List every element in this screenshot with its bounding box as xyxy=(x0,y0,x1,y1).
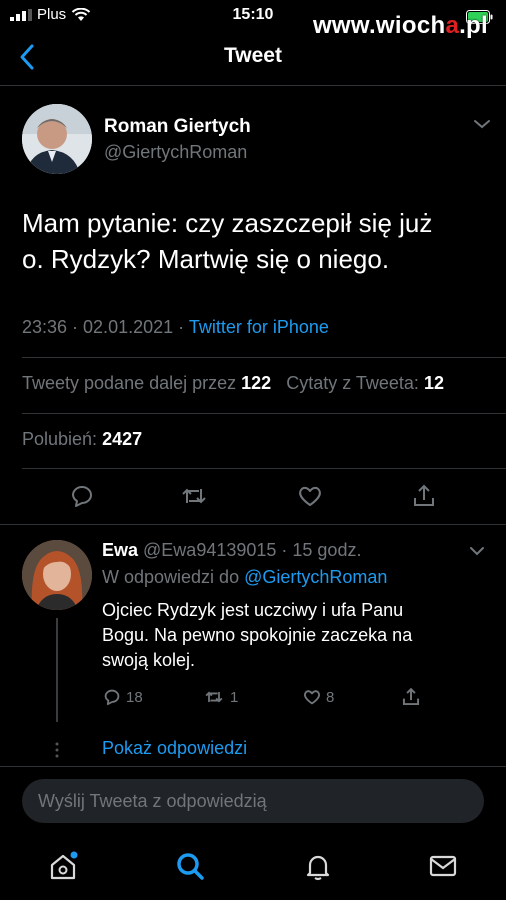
author-name[interactable]: Roman Giertych xyxy=(104,116,251,138)
reply-button[interactable] xyxy=(68,482,96,510)
avatar[interactable] xyxy=(22,540,92,610)
tab-notifications[interactable] xyxy=(302,850,334,882)
tweet-options-button[interactable] xyxy=(472,116,492,132)
heart-icon xyxy=(304,690,320,705)
retweets-count: 122 xyxy=(241,373,272,393)
heart-icon xyxy=(299,486,321,506)
comment-icon xyxy=(104,689,120,706)
source-link[interactable]: Twitter for iPhone xyxy=(189,317,329,337)
reply-like-button[interactable]: 8 xyxy=(302,686,334,708)
reply-text: Ojciec Rydzyk jest uczciwy i ufa Panu Bo… xyxy=(102,598,482,673)
home-icon xyxy=(50,851,78,880)
tweet-text-line: Mam pytanie: czy zaszczepił się już xyxy=(22,208,433,238)
reply-share-button[interactable] xyxy=(400,686,422,708)
thread-more-icon xyxy=(55,742,59,758)
chevron-down-icon xyxy=(470,547,484,556)
tweet-text-line: o. Rydzyk? Martwię się o niego. xyxy=(22,244,390,274)
avatar[interactable] xyxy=(22,104,92,174)
share-icon xyxy=(402,687,420,706)
reply-retweet-button[interactable]: 1 xyxy=(202,686,238,708)
reply-reply-count: 18 xyxy=(126,688,143,706)
retweet-icon xyxy=(205,691,223,703)
reply-author-name[interactable]: Ewa xyxy=(102,540,138,560)
tweet-actions xyxy=(0,482,506,512)
reply-actions: 18 1 8 xyxy=(102,686,482,710)
reply-reply-button[interactable]: 18 xyxy=(102,686,143,708)
divider xyxy=(22,468,506,469)
tab-messages[interactable] xyxy=(427,850,459,882)
reply-header: Ewa @Ewa94139015 · 15 godz. xyxy=(102,540,361,561)
author-handle[interactable]: @GiertychRoman xyxy=(104,142,247,163)
thread-line xyxy=(56,618,58,722)
page-title: Tweet xyxy=(224,44,282,67)
comment-icon xyxy=(72,486,92,507)
divider xyxy=(22,357,506,358)
likes-stats[interactable]: Polubień: 2427 xyxy=(22,429,142,450)
reply-composer-bar: Wyślij Tweeta z odpowiedzią xyxy=(0,766,506,834)
reply-input-placeholder: Wyślij Tweeta z odpowiedzią xyxy=(38,791,267,811)
reply-input[interactable]: Wyślij Tweeta z odpowiedzią xyxy=(22,779,484,823)
likes-count: 2427 xyxy=(102,429,143,449)
chevron-down-icon xyxy=(474,120,490,129)
retweet-icon xyxy=(182,488,206,504)
timestamp: 23:36 · 02.01.2021 · xyxy=(22,317,189,337)
status-bar: Plus 15:10 www.wiocha.pl xyxy=(0,0,506,39)
like-button[interactable] xyxy=(296,482,324,510)
reply-like-count: 8 xyxy=(326,688,335,706)
tweet-meta: 23:36 · 02.01.2021 · Twitter for iPhone xyxy=(22,317,329,338)
share-icon xyxy=(414,484,434,506)
reply-tweet[interactable]: Ewa @Ewa94139015 · 15 godz. W odpowiedzi… xyxy=(0,540,506,770)
avatar-image xyxy=(22,540,92,610)
nav-bar: Tweet xyxy=(0,30,506,86)
divider xyxy=(0,524,506,525)
divider xyxy=(22,413,506,414)
reply-text-line: Ojciec Rydzyk jest uczciwy i ufa Panu xyxy=(102,600,404,620)
reply-text-line: Bogu. Na pewno spokojnie zaczeka na xyxy=(102,625,413,645)
quotes-count: 12 xyxy=(423,373,444,393)
tab-home[interactable] xyxy=(47,850,79,882)
reply-handle-time: @Ewa94139015 · 15 godz. xyxy=(138,540,362,560)
replying-to: W odpowiedzi do @GiertychRoman xyxy=(102,567,388,587)
tab-bar xyxy=(0,836,506,900)
reply-retweet-count: 1 xyxy=(230,688,239,706)
replying-to-link[interactable]: @GiertychRoman xyxy=(244,567,387,587)
retweet-button[interactable] xyxy=(180,482,208,510)
tab-search[interactable] xyxy=(174,850,206,882)
mail-icon xyxy=(429,855,457,877)
avatar-image xyxy=(22,104,92,174)
search-icon xyxy=(177,853,204,880)
retweet-quote-stats[interactable]: Tweety podane dalej przez 122 Cytaty z T… xyxy=(22,373,444,394)
reply-options-button[interactable] xyxy=(468,544,486,558)
share-button[interactable] xyxy=(410,482,438,510)
bell-icon xyxy=(306,855,330,881)
reply-text-line: swoją kolej. xyxy=(102,650,196,670)
tweet-author: Roman Giertych @GiertychRoman xyxy=(22,104,492,174)
tweet-text: Mam pytanie: czy zaszczepił się już o. R… xyxy=(22,205,492,277)
show-replies-link[interactable]: Pokaż odpowiedzi xyxy=(102,738,247,759)
